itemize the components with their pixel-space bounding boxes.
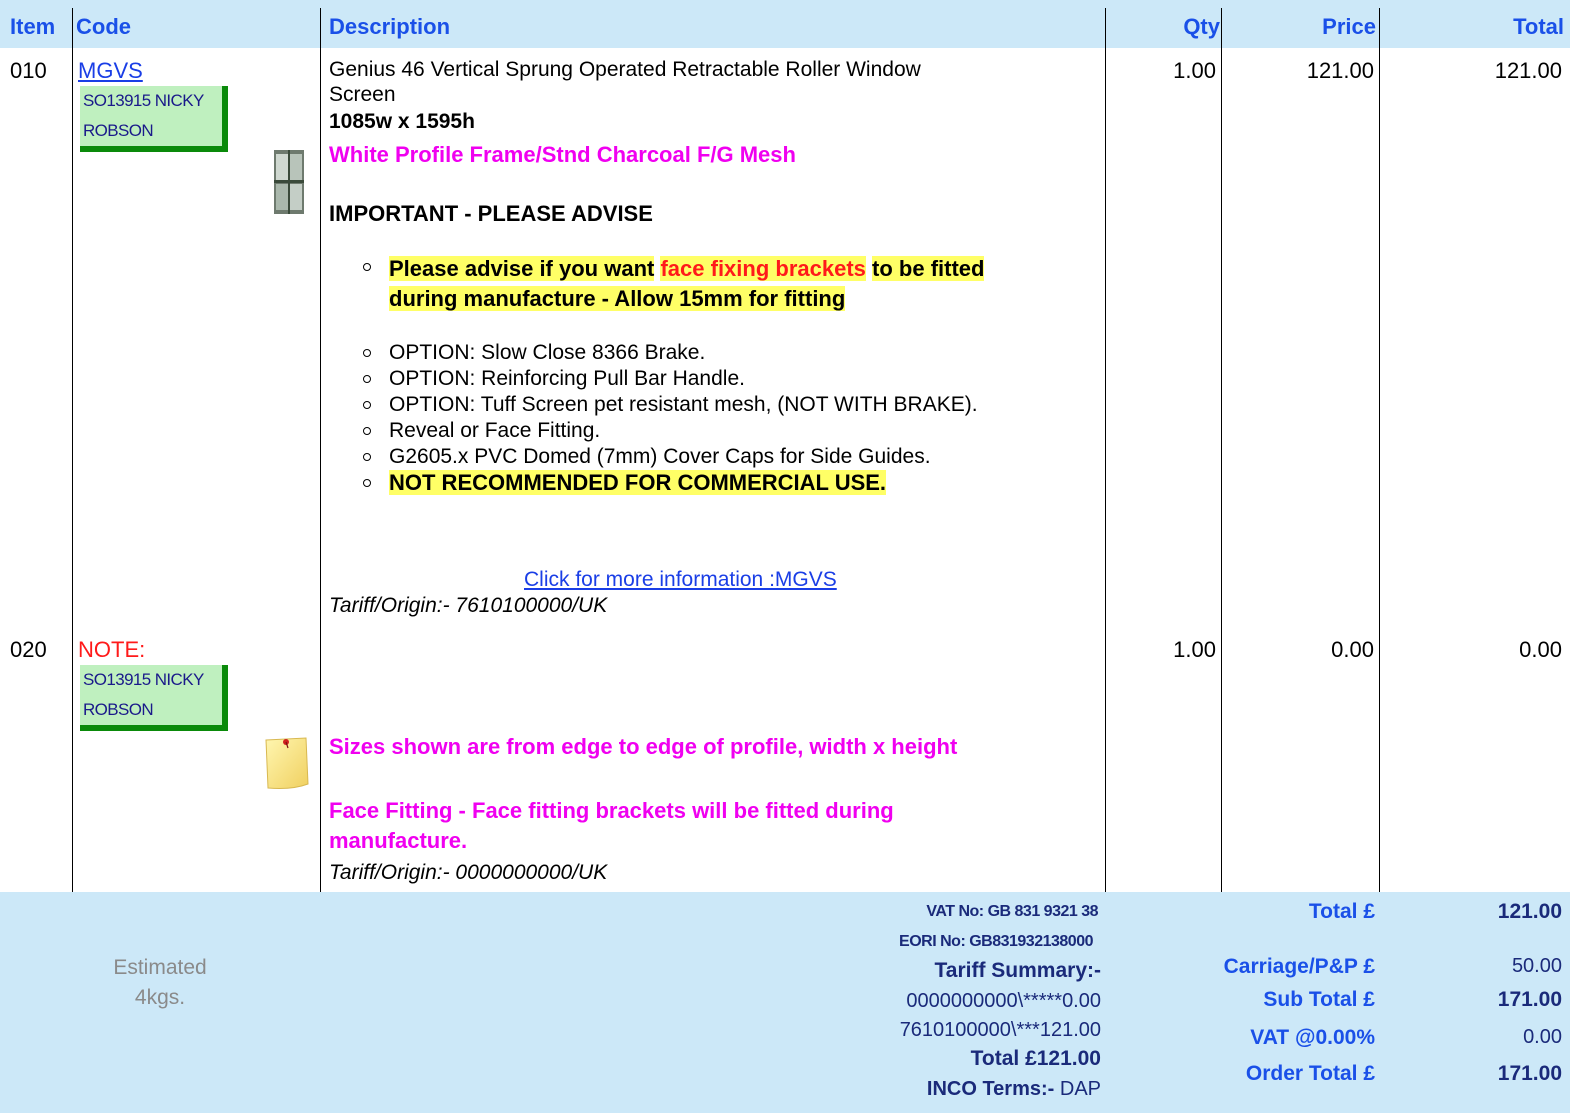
- order-reference-line2: ROBSON: [83, 695, 171, 725]
- eori-number: EORI No: GB831932138000: [899, 933, 1093, 950]
- header-description: Description: [329, 14, 451, 39]
- divider-qty-price: [1221, 8, 1222, 892]
- product-title-line2: Screen: [329, 83, 396, 106]
- option-item: OPTION: Reinforcing Pull Bar Handle.: [329, 366, 1109, 392]
- advise-list: Please advise if you want face fixing br…: [329, 254, 1109, 314]
- order-total-label: Order Total £: [1245, 1062, 1375, 1085]
- advise-item: Please advise if you want face fixing br…: [329, 254, 1109, 314]
- tariff-summary-line: 7610100000\***121.00: [899, 1019, 1101, 1041]
- line-total: 121.00: [1494, 58, 1562, 83]
- header-total: Total: [1513, 14, 1564, 39]
- more-info-link[interactable]: Click for more information :MGVS: [524, 567, 837, 593]
- important-heading: IMPORTANT - PLEASE ADVISE: [329, 201, 653, 226]
- line-total: 0.00: [1519, 637, 1562, 662]
- note-face-fitting-line1: Face Fitting - Face fitting brackets wil…: [329, 798, 894, 823]
- option-item: OPTION: Tuff Screen pet resistant mesh, …: [329, 392, 1109, 418]
- option-item: G2605.x PVC Domed (7mm) Cover Caps for S…: [329, 444, 1109, 470]
- tariff-origin: Tariff/Origin:- 0000000000/UK: [329, 861, 608, 884]
- subtotal-value: 171.00: [1497, 988, 1562, 1011]
- order-reference-line1: SO13915 NICKY: [83, 91, 204, 110]
- line-qty: 1.00: [1173, 637, 1216, 662]
- product-title-line1: Genius 46 Vertical Sprung Operated Retra…: [329, 58, 921, 81]
- line-qty: 1.00: [1173, 58, 1216, 83]
- line-price: 0.00: [1331, 637, 1374, 662]
- inco-terms: INCO Terms:- DAP: [926, 1078, 1101, 1100]
- product-profile: White Profile Frame/Stnd Charcoal F/G Me…: [329, 142, 796, 167]
- tariff-summary-line: 0000000000\*****0.00: [906, 990, 1101, 1012]
- window-photo-icon: [274, 150, 304, 214]
- carriage-label: Carriage/P&P £: [1223, 955, 1375, 978]
- option-item: Reveal or Face Fitting.: [329, 418, 1109, 444]
- product-code-link[interactable]: MGVS: [78, 58, 143, 84]
- tariff-summary-label: Tariff Summary:-: [934, 959, 1101, 982]
- order-reference-line1: SO13915 NICKY: [83, 670, 204, 689]
- option-warning: NOT RECOMMENDED FOR COMMERCIAL USE.: [329, 470, 1109, 496]
- line-description: Genius 46 Vertical Sprung Operated Retra…: [329, 57, 1109, 496]
- subtotal-label: Sub Total £: [1263, 988, 1375, 1011]
- vat-label: VAT @0.00%: [1250, 1026, 1375, 1049]
- total-label: Total £: [1308, 900, 1375, 923]
- line-item-number: 010: [10, 58, 47, 83]
- note-face-fitting-line2: manufacture.: [329, 828, 468, 853]
- order-reference-tag: SO13915 NICKY ROBSON: [80, 86, 228, 152]
- header-code: Code: [76, 14, 131, 39]
- header-price: Price: [1322, 14, 1376, 39]
- line-item-number: 020: [10, 637, 47, 662]
- product-size: 1085w x 1595h: [329, 110, 475, 133]
- tariff-total: Total £121.00: [970, 1047, 1101, 1070]
- order-total-value: 171.00: [1497, 1062, 1562, 1085]
- vat-number: VAT No: GB 831 9321 38: [926, 903, 1098, 920]
- note-label: NOTE:: [78, 637, 146, 662]
- carriage-value: 50.00: [1511, 955, 1562, 977]
- options-list: OPTION: Slow Close 8366 Brake. OPTION: R…: [329, 340, 1109, 496]
- tariff-origin: Tariff/Origin:- 7610100000/UK: [329, 594, 608, 617]
- estimated-weight: Estimated 4kgs.: [113, 956, 207, 1009]
- vat-value: 0.00: [1523, 1026, 1562, 1048]
- option-item: OPTION: Slow Close 8366 Brake.: [329, 340, 1109, 366]
- sticky-note-icon: [262, 734, 310, 792]
- line-price: 121.00: [1306, 58, 1374, 83]
- note-sizes: Sizes shown are from edge to edge of pro…: [329, 734, 958, 759]
- order-reference-tag: SO13915 NICKY ROBSON: [80, 665, 228, 731]
- header-qty: Qty: [1183, 14, 1220, 39]
- total-value: 121.00: [1497, 900, 1562, 923]
- divider-item-code: [72, 8, 73, 892]
- order-reference-line2: ROBSON: [83, 116, 171, 146]
- header-item: Item: [10, 14, 56, 39]
